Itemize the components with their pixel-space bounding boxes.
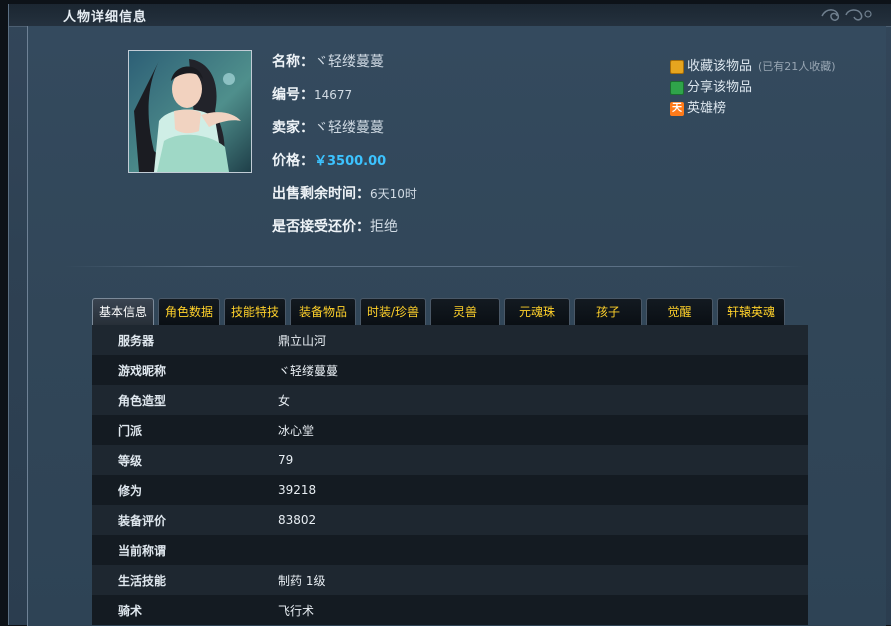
time-value: 6天10时 [370,187,417,201]
table-row: 装备评价 83802 [92,505,808,535]
favorite-icon [670,59,684,74]
row-value: 39218 [278,483,317,497]
tab-awakening[interactable]: 觉醒 [646,298,713,325]
tab-soul-orbs[interactable]: 元魂珠 [504,298,570,325]
seller-label: 卖家： [272,120,314,136]
row-value: 飞行术 [278,603,315,618]
price-label: 价格： [272,153,314,169]
id-row: 编号：14677 [272,85,417,118]
detail-frame: 人物详细信息 名称：ヾ轻缕蔓蔓 编号：14677 卖家：ヾ轻缕蔓蔓 价格：￥35… [8,4,891,626]
row-label: 修为 [118,483,143,498]
item-info: 名称：ヾ轻缕蔓蔓 编号：14677 卖家：ヾ轻缕蔓蔓 价格：￥3500.00 出… [272,52,417,250]
time-label: 出售剩余时间： [272,186,370,202]
row-label: 当前称谓 [118,543,167,558]
name-row: 名称：ヾ轻缕蔓蔓 [272,52,417,85]
tab-bar: 基本信息 角色数据 技能特技 装备物品 时装/珍兽 灵兽 元魂珠 孩子 觉醒 轩… [92,298,789,325]
hero-ranking-link[interactable]: 天 英雄榜 [670,98,836,119]
row-label: 生活技能 [118,573,167,588]
table-row: 当前称谓 [92,535,808,565]
basic-info-table: 服务器 鼎立山河 游戏昵称 ヾ轻缕蔓蔓 角色造型 女 门派 冰心堂 等级 79 修为 392… [92,325,808,625]
row-label: 服务器 [118,333,155,348]
row-value: 冰心堂 [278,423,315,438]
tab-xuanyuan-souls[interactable]: 轩辕英魂 [717,298,785,325]
row-value: 制药 1级 [278,573,326,588]
tab-equipment[interactable]: 装备物品 [290,298,356,325]
row-value: 鼎立山河 [278,333,327,348]
character-portrait-image [129,51,251,172]
ornament-icon [821,9,872,21]
tab-basic-info[interactable]: 基本信息 [92,298,154,325]
character-portrait [128,50,252,173]
title-bar: 人物详细信息 [9,4,891,27]
row-label: 等级 [118,453,143,468]
hero-badge-icon: 天 [670,101,684,116]
name-label: 名称： [272,54,314,70]
table-row: 等级 79 [92,445,808,475]
id-label: 编号： [272,87,314,103]
seller-value: ヾ轻缕蔓蔓 [314,120,384,136]
bargain-label: 是否接受还价： [272,219,370,235]
tab-spirit-beasts[interactable]: 灵兽 [430,298,500,325]
row-value: 女 [278,393,291,408]
row-value: 83802 [278,513,317,527]
tab-children[interactable]: 孩子 [574,298,642,325]
section-divider [64,266,804,267]
tab-skills[interactable]: 技能特技 [224,298,286,325]
table-row: 门派 冰心堂 [92,415,808,445]
hero-ranking-label: 英雄榜 [687,100,727,116]
content-panel: 名称：ヾ轻缕蔓蔓 编号：14677 卖家：ヾ轻缕蔓蔓 价格：￥3500.00 出… [27,26,886,626]
tab-character-data[interactable]: 角色数据 [158,298,220,325]
table-row: 游戏昵称 ヾ轻缕蔓蔓 [92,355,808,385]
tab-fashion-pets[interactable]: 时装/珍兽 [360,298,426,325]
price-row: 价格：￥3500.00 [272,151,417,184]
table-row: 生活技能 制药 1级 [92,565,808,595]
row-label: 游戏昵称 [118,363,167,378]
table-row: 修为 39218 [92,475,808,505]
item-actions: 收藏该物品 (已有21人收藏) 分享该物品 天 英雄榜 [670,56,836,119]
bargain-value: 拒绝 [370,219,398,235]
favorite-label: 收藏该物品 [687,58,753,74]
favorite-button[interactable]: 收藏该物品 (已有21人收藏) [670,56,836,77]
name-value: ヾ轻缕蔓蔓 [314,54,384,70]
table-row: 角色造型 女 [92,385,808,415]
row-label: 角色造型 [118,393,167,408]
share-icon [670,80,684,95]
time-row: 出售剩余时间：6天10时 [272,184,417,217]
table-row: 骑术 飞行术 [92,595,808,625]
share-button[interactable]: 分享该物品 [670,77,836,98]
seller-row: 卖家：ヾ轻缕蔓蔓 [272,118,417,151]
favorite-count: (已有21人收藏) [758,59,836,73]
share-label: 分享该物品 [687,79,753,95]
row-value: ヾ轻缕蔓蔓 [278,363,339,378]
bargain-row: 是否接受还价：拒绝 [272,217,417,250]
id-value: 14677 [314,88,353,102]
page-title: 人物详细信息 [63,10,148,25]
row-label: 骑术 [118,603,143,618]
row-label: 门派 [118,423,143,438]
row-label: 装备评价 [118,513,167,528]
price-value: ￥3500.00 [314,154,387,169]
row-value: 79 [278,453,294,467]
table-row: 服务器 鼎立山河 [92,325,808,355]
